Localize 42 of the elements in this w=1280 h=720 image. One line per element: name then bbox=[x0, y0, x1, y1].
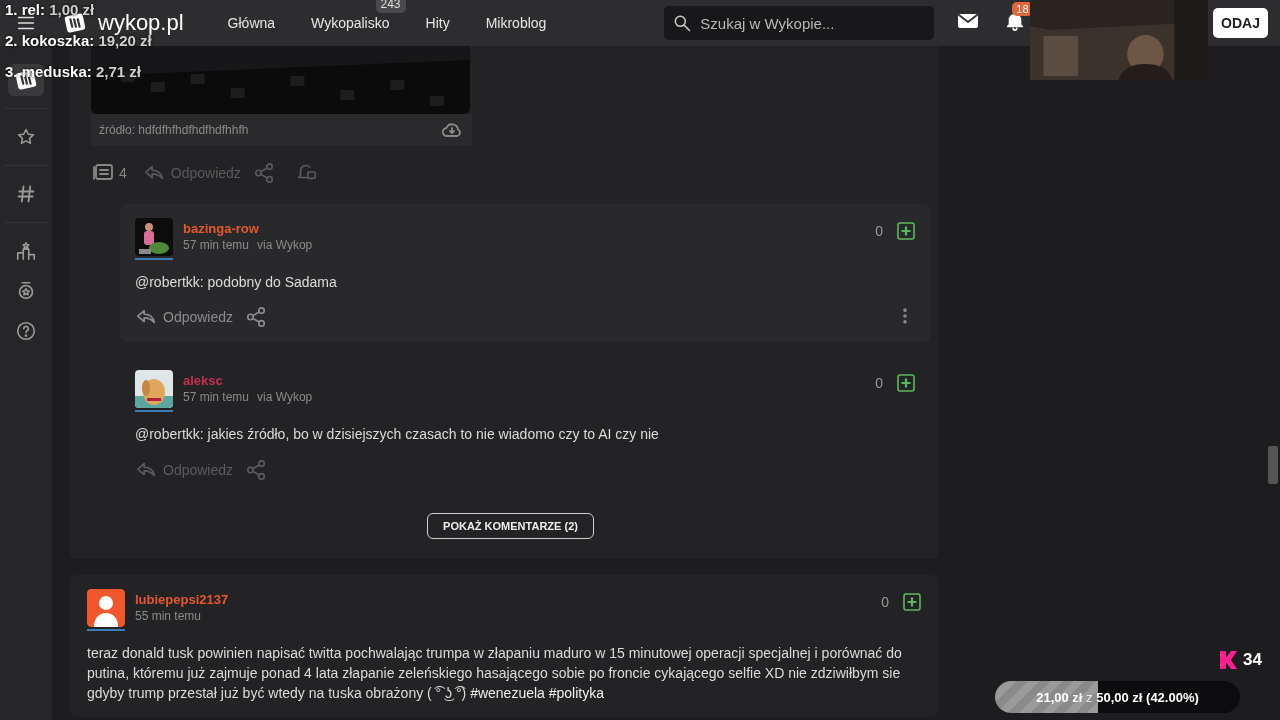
hashtag-icon[interactable] bbox=[16, 184, 36, 204]
upvote-button[interactable] bbox=[903, 592, 921, 611]
avatar-icon bbox=[87, 588, 125, 627]
hashtag-link[interactable]: #wenezuela bbox=[470, 685, 545, 702]
post-time: 57 min temu bbox=[183, 390, 250, 405]
via-label: via Wykop bbox=[257, 238, 313, 252]
comment-text: @robertkk: podobny do Sadama bbox=[135, 273, 338, 292]
comment-count: 4 bbox=[119, 165, 127, 181]
goal-text: 21,00 zł z 50,00 zł (42.00%) bbox=[1036, 689, 1199, 705]
site-logo[interactable]: wykop.pl bbox=[98, 13, 184, 33]
vote-count: 0 bbox=[875, 375, 883, 392]
counter-value: 34 bbox=[1243, 650, 1262, 670]
leaderboard-entry: 3. meduska: 2,71 zł bbox=[5, 63, 141, 80]
k-logo-icon bbox=[1219, 650, 1238, 670]
post-text: teraz donald tusk powinien napisać twitta pochwalając trumpa w złapaniu maduro w 15 minutowej operacji specjalnej i porównać do putina, któremu już zajmuje ponad 4 lata złapanie zeleńskiego hasającego sobie po froncie cykającego selfie XD nie zdziwiłbym sie gdyby trump przestał już być wtedy na tuska obrażony ( ͡° ͜ʖ ͡°) #wenezuela #polityka bbox=[87, 643, 903, 704]
reply-button[interactable]: Odpowiedz bbox=[135, 306, 234, 329]
author-name[interactable]: bazinga-row bbox=[183, 221, 866, 236]
hashtag-link[interactable]: #polityka bbox=[548, 685, 605, 702]
count-badge: 243 bbox=[375, 0, 406, 13]
author-name[interactable]: lubiepepsi2137 bbox=[135, 591, 872, 607]
upvote-button[interactable] bbox=[897, 222, 915, 240]
nav-link[interactable]: Mikroblog bbox=[467, 15, 565, 31]
help-icon[interactable] bbox=[15, 320, 37, 342]
post-time: 55 min temu bbox=[135, 608, 202, 623]
add-button[interactable]: ODAJ bbox=[1213, 8, 1268, 38]
search-icon bbox=[672, 13, 693, 33]
vote-count: 0 bbox=[881, 593, 889, 610]
search-field[interactable]: Szukaj w Wykopie... bbox=[664, 6, 935, 40]
show-comments-button[interactable]: POKAŻ KOMENTARZE (2) bbox=[427, 512, 594, 539]
star-icon[interactable] bbox=[16, 127, 36, 147]
via-label: via Wykop bbox=[257, 390, 313, 405]
scrollbar-thumb[interactable] bbox=[1268, 446, 1278, 484]
upvote-button[interactable] bbox=[897, 374, 915, 393]
vote-count: 0 bbox=[875, 223, 883, 239]
podium-icon[interactable] bbox=[15, 240, 37, 262]
post-time: 57 min temu bbox=[183, 238, 250, 252]
comment-text: @robertkk: jakies źródło, bo w dzisiejszych czasach to nie wiadomo czy to AI czy nie bbox=[135, 425, 660, 445]
leaderboard-entry: 1. rel: 1,00 zł bbox=[5, 1, 95, 18]
nav-link[interactable]: Główna bbox=[209, 15, 294, 31]
source-text: źródło: hdfdfhfhdfhdfhdfhhfh bbox=[99, 123, 249, 137]
share-icon[interactable] bbox=[245, 306, 268, 329]
nav-link[interactable]: Hity bbox=[407, 15, 468, 31]
